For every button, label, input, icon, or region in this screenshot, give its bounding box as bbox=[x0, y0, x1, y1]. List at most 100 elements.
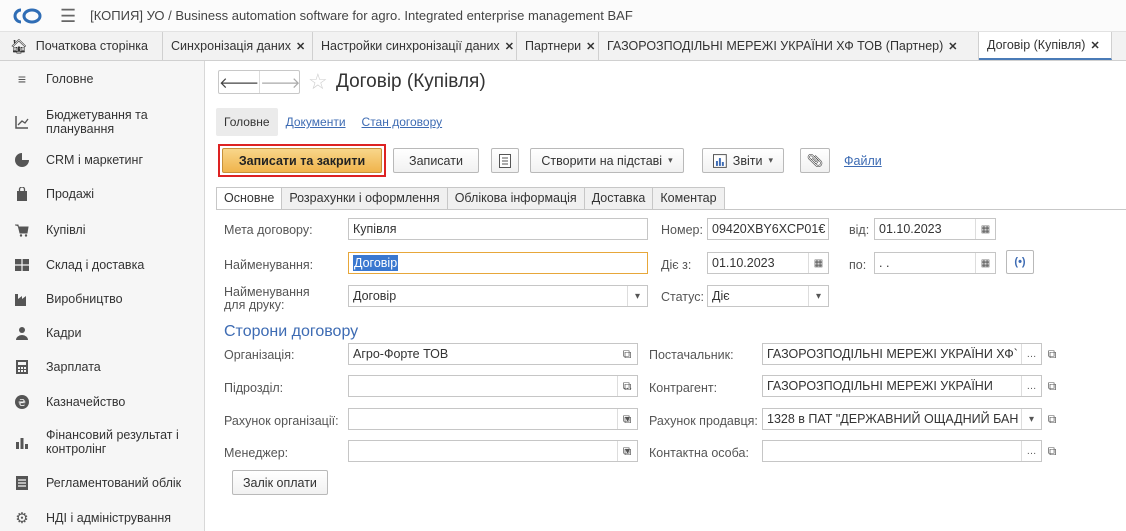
button-label: Створити на підставі bbox=[541, 153, 663, 168]
sidebar-item-regulated-accounting[interactable]: Регламентований облік bbox=[0, 472, 205, 494]
sidebar-item-hr[interactable]: Кадри bbox=[0, 322, 205, 344]
purpose-field[interactable]: Купівля bbox=[348, 218, 648, 240]
org-account-field[interactable]: ▾ bbox=[348, 408, 638, 430]
main-content: 🡐 🡒 ☆ Договір (Купівля) Головне Документ… bbox=[206, 61, 1126, 531]
page-title: Договір (Купівля) bbox=[336, 71, 486, 92]
subtab-main[interactable]: Головне bbox=[216, 108, 278, 136]
ellipsis-icon[interactable]: … bbox=[1021, 441, 1041, 461]
tab-label: Синхронізація даних bbox=[171, 39, 291, 53]
tab-data-sync[interactable]: Синхронізація даних ✕ bbox=[163, 32, 313, 60]
counterparty-field[interactable]: ГАЗОРОЗПОДІЛЬНІ МЕРЕЖІ УКРАЇНИ … bbox=[762, 375, 1042, 397]
document-subtabs: Головне Документи Стан договору bbox=[216, 107, 450, 137]
valid-from-field[interactable]: 01.10.2023 ▦ bbox=[707, 252, 829, 274]
warehouse-icon bbox=[14, 257, 30, 273]
back-arrow-icon[interactable]: 🡐 bbox=[219, 71, 259, 93]
tab-delivery[interactable]: Доставка bbox=[583, 187, 654, 209]
division-field[interactable]: … bbox=[348, 375, 638, 397]
app-logo-icon[interactable] bbox=[12, 6, 44, 26]
subtab-documents[interactable]: Документи bbox=[278, 108, 354, 136]
status-field[interactable]: Діє ▾ bbox=[707, 285, 829, 307]
seller-account-field[interactable]: 1328 в ПАТ "ДЕРЖАВНИЙ ОЩАДНИЙ БАН ▾ bbox=[762, 408, 1042, 430]
sidebar-item-warehouse[interactable]: Склад і доставка bbox=[0, 254, 205, 276]
open-icon[interactable]: ⧉ bbox=[1042, 408, 1062, 430]
sidebar-item-admin[interactable]: ⚙ НДІ і адміністрування bbox=[0, 507, 205, 529]
number-field[interactable]: 09420XBY6XCP01€ bbox=[707, 218, 829, 240]
close-icon[interactable]: ✕ bbox=[505, 40, 514, 53]
supplier-label: Постачальник: bbox=[649, 348, 734, 362]
ellipsis-icon[interactable]: … bbox=[1021, 376, 1041, 396]
chevron-down-icon[interactable]: ▾ bbox=[1021, 409, 1041, 429]
calendar-icon[interactable]: ▦ bbox=[975, 219, 995, 239]
valid-from-label: Діє з: bbox=[661, 258, 692, 272]
organization-field[interactable]: Агро-Форте ТОВ bbox=[348, 343, 638, 365]
contact-person-field[interactable]: … bbox=[762, 440, 1042, 462]
broadcast-button[interactable]: (•) bbox=[1006, 250, 1034, 274]
to-date-field[interactable]: . . ▦ bbox=[874, 252, 996, 274]
sidebar-item-treasury[interactable]: ₴ Казначейство bbox=[0, 391, 205, 413]
calendar-icon[interactable]: ▦ bbox=[975, 253, 995, 273]
create-based-on-button[interactable]: Створити на підставі ▾ bbox=[530, 148, 684, 173]
open-icon[interactable]: ⧉ bbox=[1042, 343, 1062, 365]
close-icon[interactable]: ✕ bbox=[296, 40, 305, 53]
field-value: Діє bbox=[712, 289, 730, 303]
tab-basic[interactable]: Основне bbox=[216, 187, 283, 209]
sidebar-item-financial-results[interactable]: Фінансовий результат і контролінг bbox=[0, 425, 205, 459]
open-icon[interactable]: ⧉ bbox=[617, 343, 637, 365]
field-value: 09420XBY6XCP01€ bbox=[712, 222, 826, 236]
forward-arrow-icon[interactable]: 🡒 bbox=[259, 71, 300, 93]
sidebar-item-sales[interactable]: Продажі bbox=[0, 183, 205, 205]
tab-accounting-info[interactable]: Облікова інформація bbox=[446, 187, 585, 209]
broadcast-icon: (•) bbox=[1014, 256, 1026, 268]
attach-button[interactable]: 📎︎ bbox=[800, 148, 830, 173]
subtab-contract-state[interactable]: Стан договору bbox=[354, 108, 451, 136]
field-value: Договір bbox=[353, 255, 399, 271]
sidebar-item-crm[interactable]: CRM і маркетинг bbox=[0, 149, 205, 171]
ellipsis-icon[interactable]: … bbox=[1021, 344, 1041, 364]
chevron-down-icon[interactable]: ▾ bbox=[808, 286, 828, 306]
files-link[interactable]: Файли bbox=[844, 154, 882, 168]
sidebar-item-production[interactable]: Виробництво bbox=[0, 288, 205, 310]
open-icon[interactable]: ⧉ bbox=[617, 408, 637, 430]
close-icon[interactable]: ✕ bbox=[1090, 39, 1099, 52]
seller-account-label: Рахунок продавця: bbox=[649, 414, 758, 428]
open-icon[interactable]: ⧉ bbox=[1042, 375, 1062, 397]
chevron-down-icon[interactable]: ▾ bbox=[627, 286, 647, 306]
favorite-star-icon[interactable]: ☆ bbox=[308, 69, 328, 95]
close-icon[interactable]: ✕ bbox=[948, 40, 957, 53]
hamburger-menu-icon[interactable]: ☰ bbox=[60, 7, 76, 25]
tab-partners[interactable]: Партнери ✕ bbox=[517, 32, 599, 60]
payment-offset-button[interactable]: Залік оплати bbox=[232, 470, 328, 495]
tab-contract[interactable]: Договір (Купівля) ✕ bbox=[979, 32, 1112, 60]
sidebar-item-budgeting[interactable]: Бюджетування та планування bbox=[0, 105, 205, 139]
name-field[interactable]: Договір bbox=[348, 252, 648, 274]
sidebar: ≡ Головне Бюджетування та планування CRM… bbox=[0, 61, 205, 531]
reports-button[interactable]: Звіти ▾ bbox=[702, 148, 784, 173]
open-icon[interactable]: ⧉ bbox=[617, 375, 637, 397]
print-name-field[interactable]: Договір ▾ bbox=[348, 285, 648, 307]
open-icon[interactable]: ⧉ bbox=[1042, 440, 1062, 462]
open-icon[interactable]: ⧉ bbox=[617, 440, 637, 462]
tab-label: Договір (Купівля) bbox=[987, 38, 1086, 52]
svg-text:₴: ₴ bbox=[18, 398, 26, 409]
tab-home[interactable]: 🏠︎ Початкова сторінка bbox=[0, 32, 163, 60]
tab-settlements[interactable]: Розрахунки і оформлення bbox=[281, 187, 448, 209]
division-label: Підрозділ: bbox=[224, 381, 284, 395]
close-icon[interactable]: ✕ bbox=[586, 40, 595, 53]
tab-comment[interactable]: Коментар bbox=[652, 187, 725, 209]
manager-field[interactable]: ▾ bbox=[348, 440, 638, 462]
print-name-label: Найменування для друку: bbox=[224, 285, 310, 312]
sidebar-item-purchases[interactable]: Купівлі bbox=[0, 219, 205, 241]
structure-button[interactable] bbox=[491, 148, 519, 173]
tab-sync-settings[interactable]: Настройки синхронізації даних ✕ bbox=[313, 32, 517, 60]
from-date-field[interactable]: 01.10.2023 ▦ bbox=[874, 218, 996, 240]
tab-divider bbox=[216, 209, 1126, 210]
save-button[interactable]: Записати bbox=[393, 148, 479, 173]
supplier-field[interactable]: ГАЗОРОЗПОДІЛЬНІ МЕРЕЖІ УКРАЇНИ ХФ` … bbox=[762, 343, 1042, 365]
bar-chart-icon bbox=[14, 434, 30, 450]
sidebar-item-main[interactable]: ≡ Головне bbox=[0, 68, 205, 90]
highlight-frame bbox=[218, 144, 386, 177]
tab-partner-card[interactable]: ГАЗОРОЗПОДІЛЬНІ МЕРЕЖІ УКРАЇНИ ХФ ТОВ (П… bbox=[599, 32, 979, 60]
sidebar-item-payroll[interactable]: Зарплата bbox=[0, 356, 205, 378]
calendar-icon[interactable]: ▦ bbox=[808, 253, 828, 273]
tab-label: ГАЗОРОЗПОДІЛЬНІ МЕРЕЖІ УКРАЇНИ ХФ ТОВ (П… bbox=[607, 39, 944, 53]
